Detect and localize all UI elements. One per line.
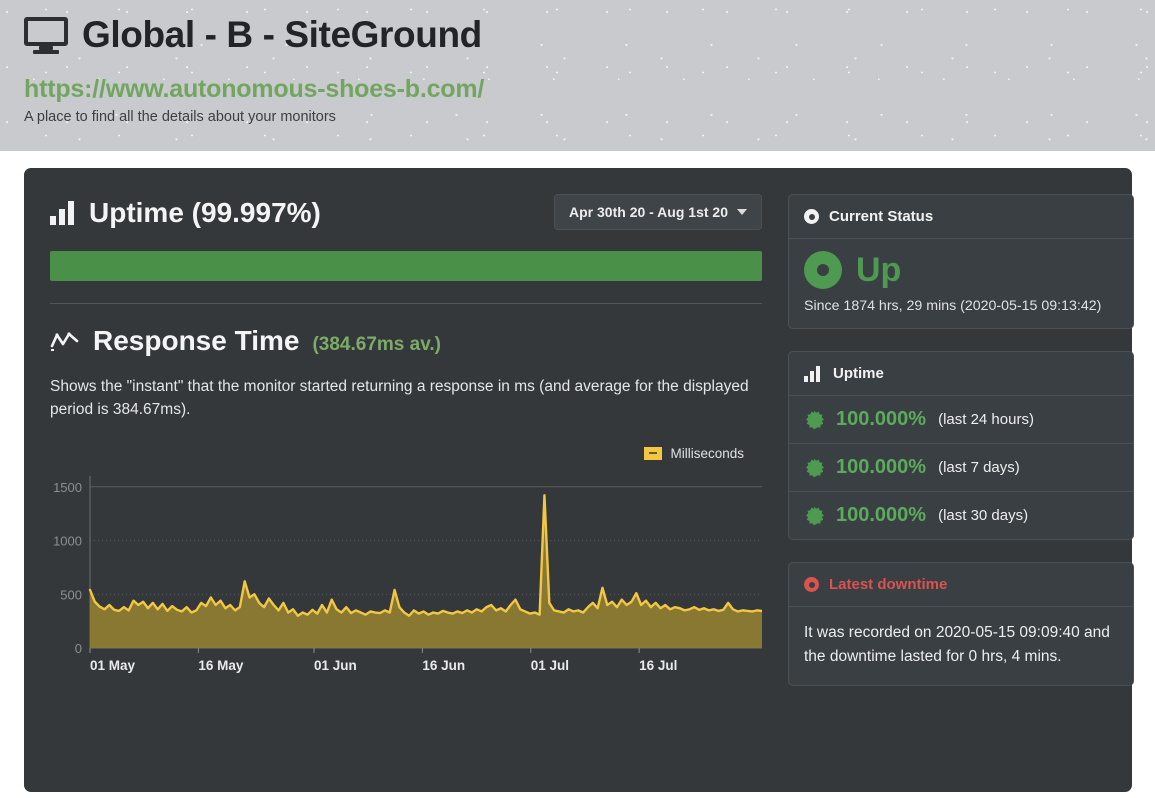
uptime-value: 100.000% (836, 408, 927, 430)
response-time-section: Response Time (384.67ms av.) Shows the "… (50, 326, 762, 422)
uptime-period: (last 24 hours) (938, 411, 1034, 428)
response-time-chart: Milliseconds 0 500 1000 1500 01 May 16 May 01 … (50, 446, 764, 676)
chart-legend[interactable]: Milliseconds (644, 446, 744, 461)
status-dot-icon (804, 209, 819, 224)
svg-text:16 May: 16 May (198, 658, 244, 673)
left-column: Uptime (99.997%) Apr 30th 20 - Aug 1st 2… (50, 194, 764, 708)
legend-label-milliseconds: Milliseconds (670, 445, 744, 461)
page-header: Global - B - SiteGround https://www.auto… (0, 0, 1155, 151)
title-row: Global - B - SiteGround (24, 14, 1155, 55)
uptime-period: (last 7 days) (938, 459, 1020, 476)
svg-text:01 May: 01 May (90, 658, 136, 673)
latest-downtime-text: It was recorded on 2020-05-15 09:09:40 a… (804, 624, 1110, 666)
chevron-down-icon (737, 209, 747, 215)
response-time-average: (384.67ms av.) (312, 334, 441, 355)
bar-chart-icon (50, 200, 76, 225)
svg-text:16 Jul: 16 Jul (639, 658, 677, 673)
date-range-selector[interactable]: Apr 30th 20 - Aug 1st 20 (554, 194, 762, 230)
chart-svg: 0 500 1000 1500 01 May 16 May 01 Jun 16 Jun 01 J… (53, 475, 764, 673)
current-status-body: Up Since 1874 hrs, 29 mins (2020-05-15 0… (789, 239, 1133, 328)
section-divider (50, 303, 762, 304)
uptime-card-header-label: Uptime (833, 365, 884, 382)
current-status-card-header: Current Status (789, 195, 1133, 239)
date-range-label: Apr 30th 20 - Aug 1st 20 (569, 204, 728, 220)
page-subtitle: A place to find all the details about yo… (24, 109, 336, 125)
main-panel: Uptime (99.997%) Apr 30th 20 - Aug 1st 2… (24, 168, 1134, 792)
svg-text:01 Jun: 01 Jun (314, 658, 357, 673)
svg-text:1500: 1500 (53, 479, 82, 494)
site-url-link[interactable]: https://www.autonomous-shoes-b.com/ (24, 75, 1155, 104)
uptime-period: (last 30 days) (938, 507, 1029, 524)
svg-text:16 Jun: 16 Jun (422, 658, 465, 673)
svg-text:500: 500 (60, 587, 82, 602)
list-item: 100.000% (last 30 days) (789, 492, 1133, 539)
current-status-since: Since 1874 hrs, 29 mins (2020-05-15 09:1… (804, 298, 1102, 314)
downtime-dot-icon (804, 577, 819, 592)
uptime-section-header: Uptime (99.997%) Apr 30th 20 - Aug 1st 2… (50, 194, 762, 230)
page-title: Global - B - SiteGround (82, 14, 482, 55)
starburst-icon (804, 506, 824, 526)
line-chart-icon (50, 329, 80, 353)
chart-plot-area: 0 500 1000 1500 01 May 16 May 01 Jun 16 Jun 01 J… (50, 468, 764, 676)
list-item: 100.000% (last 7 days) (789, 444, 1133, 492)
response-time-title: Response Time (93, 325, 300, 356)
uptime-value: 100.000% (836, 456, 927, 478)
response-time-header: Response Time (384.67ms av.) (50, 326, 762, 356)
uptime-card: Uptime 100.000% (last 24 hours) 100.000%… (788, 351, 1134, 540)
current-status-card: Current Status Up Since 1874 hrs, 29 min… (788, 194, 1134, 329)
uptime-value: 100.000% (836, 504, 927, 526)
starburst-icon (804, 458, 824, 478)
uptime-title: Uptime (99.997%) (89, 196, 321, 228)
right-column: Current Status Up Since 1874 hrs, 29 min… (788, 194, 1134, 708)
uptime-bar (50, 251, 762, 281)
status-ring-icon (804, 251, 842, 289)
bar-chart-icon (804, 365, 823, 382)
latest-downtime-header-label: Latest downtime (829, 576, 948, 593)
current-status-value: Up (856, 251, 902, 289)
list-item: 100.000% (last 24 hours) (789, 396, 1133, 444)
current-status-header-label: Current Status (829, 208, 934, 225)
svg-text:1000: 1000 (53, 533, 82, 548)
monitor-icon (24, 16, 68, 54)
uptime-card-header: Uptime (789, 352, 1133, 396)
starburst-icon (804, 410, 824, 430)
svg-text:01 Jul: 01 Jul (531, 658, 569, 673)
latest-downtime-card: Latest downtime It was recorded on 2020-… (788, 562, 1134, 687)
svg-text:0: 0 (75, 641, 82, 656)
response-time-description: Shows the "instant" that the monitor sta… (50, 378, 749, 419)
legend-swatch-milliseconds (644, 446, 663, 460)
latest-downtime-card-header: Latest downtime (789, 563, 1133, 607)
